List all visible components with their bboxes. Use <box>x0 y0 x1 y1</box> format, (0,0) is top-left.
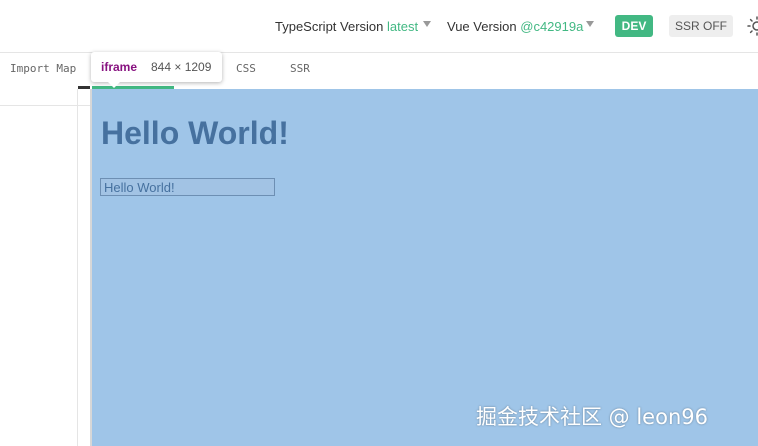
tooltip-dimensions: 844 × 1209 <box>151 60 212 74</box>
typescript-version-label: TypeScript Version <box>275 19 384 34</box>
header-bar: TypeScript Version latest Vue Version @c… <box>0 0 758 53</box>
preview-iframe[interactable]: Hello World! Hello World! <box>92 89 758 446</box>
vue-version-value: @c42919a <box>520 19 584 34</box>
ssr-toggle-button[interactable]: SSR OFF <box>669 15 733 37</box>
typescript-version-value: latest <box>387 19 419 34</box>
sun-icon[interactable] <box>747 16 758 36</box>
preview-heading: Hello World! <box>101 115 289 151</box>
typescript-version-select[interactable]: TypeScript Version latest <box>275 19 418 34</box>
dev-badge[interactable]: DEV <box>615 15 653 37</box>
vue-version-label: Vue Version <box>447 19 517 34</box>
watermark: 掘金技术社区 @ leon96 <box>476 405 708 429</box>
vue-version-select[interactable]: Vue Version @c42919a <box>447 19 583 34</box>
tab-ssr[interactable]: SSR <box>290 62 310 75</box>
editor-divider <box>77 89 78 446</box>
tooltip-tag-name: iframe <box>101 60 138 74</box>
typescript-chevron-down-icon[interactable] <box>423 21 431 27</box>
tab-css[interactable]: CSS <box>236 62 256 75</box>
preview-text-input[interactable]: Hello World! <box>100 178 275 196</box>
tooltip-arrow <box>108 82 120 88</box>
tab-import-map[interactable]: Import Map <box>10 62 76 75</box>
inspect-tooltip: iframe 844 × 1209 <box>91 52 222 82</box>
vue-chevron-down-icon[interactable] <box>586 21 594 27</box>
